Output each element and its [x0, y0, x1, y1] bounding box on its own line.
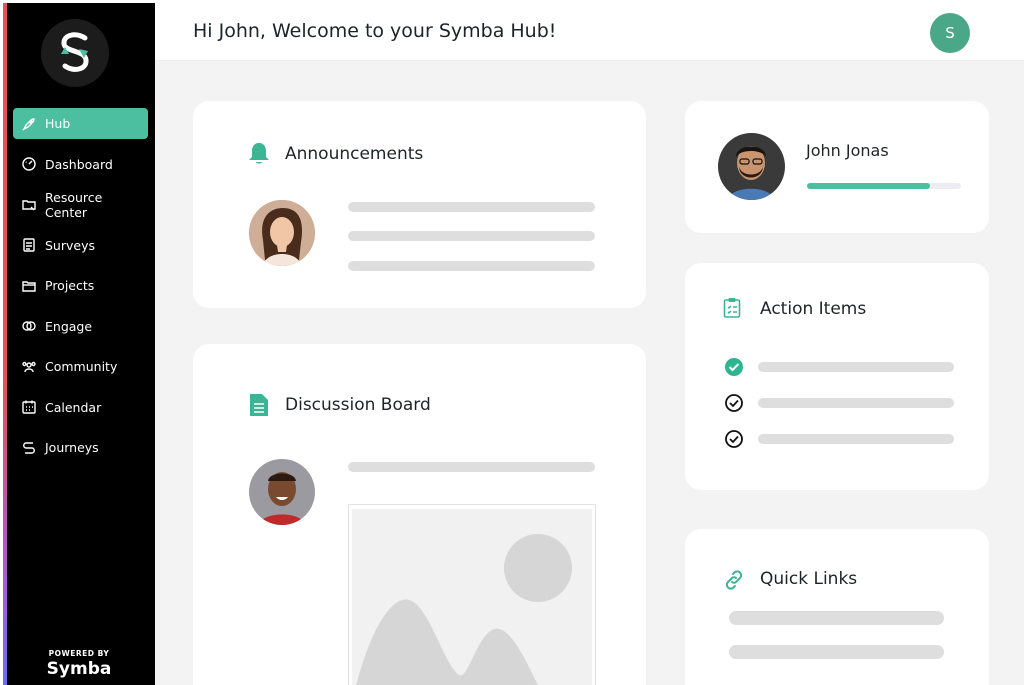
sidebar-item-community[interactable]: Community [13, 351, 148, 382]
placeholder-line [348, 202, 595, 212]
sidebar-nav: Hub Dashboard Resource Center Surveys Pr… [13, 108, 148, 473]
sidebar: Hub Dashboard Resource Center Surveys Pr… [3, 3, 155, 685]
sidebar-item-surveys[interactable]: Surveys [13, 230, 148, 261]
profile-progress-fill [807, 183, 931, 189]
symba-logo[interactable] [41, 19, 109, 87]
quick-links-card[interactable]: Quick Links [685, 529, 989, 685]
sidebar-item-label: Hub [45, 116, 71, 131]
folder-link-icon [21, 197, 37, 213]
journey-s-icon [21, 440, 37, 456]
page-title: Hi John, Welcome to your Symba Hub! [193, 20, 557, 42]
sidebar-item-label: Journeys [45, 440, 99, 455]
profile-card[interactable]: John Jonas [685, 101, 989, 233]
quick-links-title: Quick Links [760, 569, 858, 589]
placeholder-line [758, 434, 954, 444]
sidebar-item-resource-center[interactable]: Resource Center [13, 189, 148, 220]
sidebar-item-projects[interactable]: Projects [13, 270, 148, 301]
powered-by-label: POWERED BY [48, 649, 110, 658]
placeholder-line [758, 362, 954, 372]
placeholder-line [348, 462, 595, 472]
profile-name: John Jonas [806, 141, 889, 160]
clipboard-list-icon [21, 237, 37, 253]
profile-progress-track [807, 183, 961, 189]
sidebar-item-label: Calendar [45, 399, 102, 415]
sidebar-item-label: Projects [45, 278, 95, 293]
rocket-icon [21, 116, 37, 132]
sidebar-item-label: Community [45, 359, 118, 374]
discussion-board-title: Discussion Board [285, 395, 431, 415]
sidebar-item-label: Resource Center [45, 189, 103, 220]
announcements-card[interactable]: Announcements [193, 101, 646, 308]
sidebar-item-engage[interactable]: Engage [13, 311, 148, 342]
users-icon [21, 359, 37, 375]
profile-avatar [718, 133, 785, 200]
image-placeholder-icon [352, 509, 592, 685]
symba-wordmark: Symba [46, 659, 112, 679]
bell-icon [248, 142, 270, 170]
sidebar-item-journeys[interactable]: Journeys [13, 432, 148, 463]
sidebar-item-label: Surveys [45, 237, 95, 253]
placeholder-line [348, 231, 595, 241]
user-avatar[interactable]: S [930, 13, 970, 53]
rings-icon [21, 318, 37, 334]
sidebar-item-label: Engage [45, 318, 93, 334]
clipboard-check-icon [723, 297, 743, 323]
discussion-board-card[interactable]: Discussion Board [193, 344, 646, 685]
placeholder-line [729, 645, 944, 659]
main-content: Announcements Discussion Board John Jona… [155, 61, 1024, 685]
placeholder-line [348, 261, 595, 271]
document-icon [250, 394, 268, 420]
announcement-author-avatar [249, 200, 315, 266]
placeholder-line [729, 611, 944, 625]
gauge-icon [21, 156, 37, 172]
sidebar-item-dashboard[interactable]: Dashboard [13, 149, 148, 180]
sidebar-item-hub[interactable]: Hub [13, 108, 148, 139]
action-items-title: Action Items [760, 299, 867, 319]
sidebar-item-calendar[interactable]: Calendar [13, 392, 148, 423]
top-header: Hi John, Welcome to your Symba Hub! S [155, 0, 1024, 61]
check-circle-outline-icon[interactable] [724, 393, 744, 417]
action-items-card[interactable]: Action Items [685, 263, 989, 490]
sidebar-accent-edge [3, 3, 7, 685]
check-circle-outline-icon[interactable] [724, 429, 744, 453]
calendar-icon [21, 399, 37, 415]
checked-circle-icon[interactable] [724, 357, 744, 381]
sidebar-item-label: Dashboard [45, 156, 113, 172]
symba-s-icon [61, 32, 89, 72]
announcements-title: Announcements [285, 144, 424, 164]
powered-by: POWERED BY Symba [3, 649, 155, 679]
link-icon [723, 569, 745, 595]
discussion-author-avatar [249, 459, 315, 525]
image-placeholder [348, 504, 596, 685]
folder-icon [21, 278, 37, 294]
placeholder-line [758, 398, 954, 408]
